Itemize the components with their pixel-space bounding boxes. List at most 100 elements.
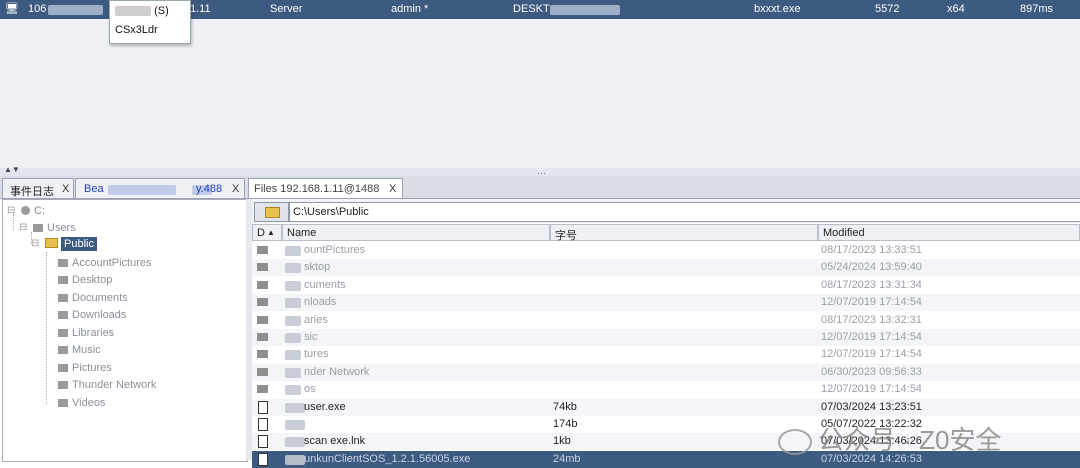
file-icon: [258, 435, 268, 449]
file-modified: 06/30/2023 09:56:33: [821, 365, 922, 378]
column-header-d[interactable]: D ▲: [252, 224, 282, 241]
tab-event-log[interactable]: 事件日志 X: [2, 178, 74, 198]
file-modified: 05/24/2024 13:59:40: [821, 261, 922, 274]
file-icon: [258, 418, 268, 431]
file-modified: 12/07/2019 17:14:54: [821, 296, 922, 309]
wechat-icon: [778, 429, 812, 456]
collapse-toggle-icon[interactable]: ⊟: [7, 205, 15, 216]
tree-selected-label: Public: [61, 237, 97, 251]
tree-node-child[interactable]: Videos: [58, 397, 105, 409]
folder-icon: [257, 315, 268, 324]
column-header-modified[interactable]: Modified: [818, 224, 1080, 241]
collapse-toggle-icon[interactable]: ⊟: [19, 222, 27, 233]
tree-node-child[interactable]: AccountPictures: [58, 257, 151, 269]
tree-node-child[interactable]: Documents: [58, 292, 128, 304]
path-input[interactable]: C:\Users\Public: [289, 202, 1080, 222]
close-icon[interactable]: X: [389, 183, 396, 195]
folder-icon: [257, 280, 268, 289]
folder-icon: [58, 364, 68, 372]
folder-icon: [58, 259, 68, 267]
context-menu-item-interact[interactable]: (S): [115, 5, 169, 17]
file-name: cuments: [304, 278, 346, 291]
folder-icon: [257, 385, 268, 394]
tree-node-child[interactable]: Desktop: [58, 274, 112, 286]
tree-node-child[interactable]: Downloads: [58, 309, 126, 321]
redacted-host: [550, 4, 620, 16]
file-size: 1kb: [553, 435, 571, 448]
tree-node-public[interactable]: ⊟ Public: [31, 237, 97, 251]
parent-folder-button[interactable]: [254, 202, 289, 222]
directory-tree[interactable]: ⊟ C: ⊟ Users ⊟ Public AccountPictures De…: [2, 199, 248, 462]
redacted-name: [285, 350, 301, 361]
file-name: unkunClientSOS_1.2.1.56005.exe: [304, 452, 471, 465]
file-size: 24mb: [553, 452, 581, 465]
tree-node-root[interactable]: ⊟ C:: [7, 205, 45, 217]
column-header-size[interactable]: 字号: [550, 224, 818, 242]
redacted-name: [285, 333, 301, 343]
tab-files[interactable]: Files 192.168.1.11@1488 X: [248, 178, 403, 198]
redacted-name: [285, 437, 305, 448]
folder-icon: [58, 399, 68, 407]
redacted-name: [285, 263, 301, 274]
tree-node-child[interactable]: Thunder Network: [58, 379, 156, 391]
column-header-name[interactable]: Name: [282, 224, 550, 241]
table-row[interactable]: nloads 12/07/2019 17:14:54: [252, 294, 1080, 312]
folder-icon: [58, 346, 68, 354]
file-name: aries: [304, 313, 328, 326]
session-lan-ip: 1.11: [190, 3, 211, 15]
file-name: user.exe: [304, 400, 346, 413]
table-row[interactable]: os 12/07/2019 17:14:54: [252, 381, 1080, 398]
close-icon[interactable]: X: [232, 183, 239, 195]
tree-node-child[interactable]: Libraries: [58, 327, 114, 339]
tree-node-users[interactable]: ⊟ Users: [19, 222, 76, 234]
session-type: Server: [270, 3, 303, 15]
table-row[interactable]: aries 08/17/2023 13:32:31: [252, 312, 1080, 329]
redacted-beacon: [108, 184, 176, 196]
table-row[interactable]: tures 12/07/2019 17:14:54: [252, 346, 1080, 363]
tab-label: Bea: [84, 183, 104, 195]
tab-label: Files 192.168.1.11@1488: [254, 183, 380, 195]
file-modified: 08/17/2023 13:32:31: [821, 313, 922, 326]
table-row[interactable]: ountPictures 08/17/2023 13:33:51: [252, 242, 1080, 259]
file-name: sktop: [304, 261, 331, 274]
context-menu-item-csx3ldr[interactable]: CSx3Ldr: [115, 24, 158, 36]
session-user: admin *: [391, 3, 429, 15]
folder-icon: [58, 381, 68, 389]
file-modified: 12/07/2019 17:14:54: [821, 331, 922, 343]
monitor-icon: 🖥: [5, 3, 19, 15]
close-icon[interactable]: X: [62, 183, 69, 195]
redacted-name: [285, 420, 305, 430]
folder-icon: [33, 224, 43, 232]
session-latency: 897ms: [1020, 3, 1054, 15]
redacted-name: [285, 315, 301, 326]
session-arch: x64: [947, 3, 965, 15]
collapse-arrows-icon[interactable]: ▲▼: [4, 165, 20, 174]
file-name: nder Network: [304, 365, 370, 378]
file-name: ountPictures: [304, 244, 366, 256]
file-modified: 08/17/2023 13:33:51: [821, 244, 922, 256]
session-process: bxxxt.exe: [754, 3, 801, 15]
table-row[interactable]: sic 12/07/2019 17:14:54: [252, 329, 1080, 346]
redacted-name: [285, 385, 301, 396]
tree-node-child[interactable]: Pictures: [58, 362, 112, 374]
table-row[interactable]: cuments 08/17/2023 13:31:34: [252, 277, 1080, 294]
collapse-toggle-icon[interactable]: ⊟: [31, 238, 39, 249]
folder-up-icon: [265, 207, 280, 218]
file-name: nloads: [304, 296, 337, 309]
table-row[interactable]: nder Network 06/30/2023 09:56:33: [252, 363, 1080, 381]
file-modified: 08/17/2023 13:31:34: [821, 278, 922, 291]
table-row[interactable]: user.exe 74kb 07/03/2024 13:23:51: [252, 398, 1080, 416]
file-icon: [258, 452, 268, 466]
table-row[interactable]: sktop 05/24/2024 13:59:40: [252, 259, 1080, 277]
redacted-name: [285, 246, 301, 256]
drive-icon: [21, 206, 30, 215]
context-menu[interactable]: (S) CSx3Ldr: [109, 0, 191, 44]
folder-icon: [58, 311, 68, 319]
file-size: 74kb: [553, 400, 577, 413]
tree-node-child[interactable]: Music: [58, 344, 101, 356]
file-name: scan exe.lnk: [304, 435, 366, 448]
file-name: sic: [304, 331, 318, 343]
tab-beacon[interactable]: Bea y.488 X: [75, 178, 245, 198]
redacted-name: [285, 367, 301, 378]
horizontal-splitter[interactable]: ▲▼ ⋯: [0, 165, 1080, 178]
